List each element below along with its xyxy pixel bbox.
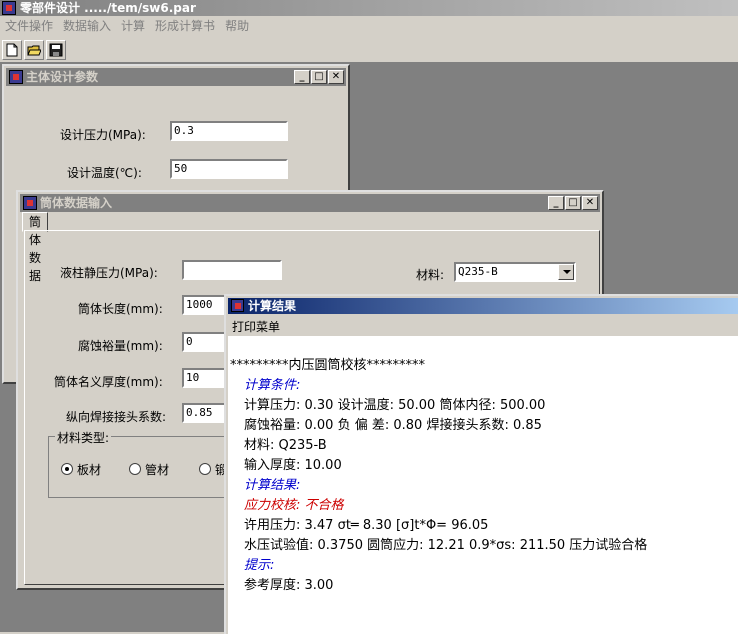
save-file-button[interactable] xyxy=(46,40,66,60)
menu-file[interactable]: 文件操作 xyxy=(0,16,58,36)
material-select[interactable]: Q235-B xyxy=(454,262,576,282)
temperature-input[interactable]: 50 xyxy=(170,159,288,179)
menu-help[interactable]: 帮助 xyxy=(220,16,254,36)
corrosion-label: 腐蚀裕量(mm): xyxy=(78,339,163,353)
result-line-2: 腐蚀裕量: 0.00 负 偏 差: 0.80 焊接接头系数: 0.85 xyxy=(244,418,542,433)
pressure-label: 设计压力(MPa): xyxy=(60,128,146,142)
open-folder-icon xyxy=(27,45,41,56)
result-titlebar[interactable]: 计算结果 xyxy=(228,298,738,314)
chevron-down-icon[interactable] xyxy=(558,264,574,280)
window-icon xyxy=(23,196,37,210)
app-title: 零部件设计 ...../tem/sw6.par xyxy=(20,1,196,15)
material-label: 材料: xyxy=(416,268,445,282)
length-input[interactable]: 1000 xyxy=(182,295,226,315)
close-button[interactable]: ✕ xyxy=(582,196,598,210)
temperature-label: 设计温度(℃): xyxy=(67,166,142,180)
result-line-7: 参考厚度: 3.00 xyxy=(244,578,334,593)
result-line-4: 输入厚度: 10.00 xyxy=(244,458,342,473)
close-button[interactable]: ✕ xyxy=(328,70,344,84)
new-file-icon xyxy=(6,43,18,57)
print-menu[interactable]: 打印菜单 xyxy=(232,318,280,335)
tip-title: 提示: xyxy=(244,558,275,573)
window-icon xyxy=(9,70,23,84)
save-disk-icon xyxy=(49,43,63,57)
cylinder-titlebar[interactable]: 筒体数据输入 _ □ ✕ xyxy=(20,194,600,212)
app-titlebar: 零部件设计 ...../tem/sw6.par xyxy=(0,0,738,16)
radio-forging[interactable] xyxy=(199,463,211,475)
thickness-label: 筒体名义厚度(mm): xyxy=(54,375,163,389)
menu-data-input[interactable]: 数据输入 xyxy=(58,16,116,36)
material-value: Q235-B xyxy=(458,265,498,278)
liquid-pressure-label: 液柱静压力(MPa): xyxy=(60,266,158,280)
radio-pipe-label: 管材 xyxy=(145,463,170,477)
liquid-pressure-input[interactable] xyxy=(182,260,282,280)
minimize-button[interactable]: _ xyxy=(294,70,310,84)
radio-pipe[interactable] xyxy=(129,463,141,475)
material-type-label: 材料类型: xyxy=(55,429,112,446)
results-title: 计算结果: xyxy=(244,478,301,493)
window-icon xyxy=(231,299,244,312)
main-params-title: 主体设计参数 xyxy=(26,70,99,84)
corrosion-input[interactable]: 0 xyxy=(182,332,226,352)
new-file-button[interactable] xyxy=(2,40,22,60)
weld-coefficient-label: 纵向焊接接头系数: xyxy=(66,410,167,424)
cylinder-title: 筒体数据输入 xyxy=(40,196,113,210)
material-type-group: 材料类型: 板材 管材 锻 xyxy=(48,429,248,498)
open-file-button[interactable] xyxy=(24,40,44,60)
weld-coefficient-input[interactable]: 0.85 xyxy=(182,403,226,423)
radio-plate-label: 板材 xyxy=(77,463,102,477)
tab-cylinder-data[interactable]: 筒体数据 xyxy=(22,212,49,283)
radio-plate[interactable] xyxy=(61,463,73,475)
result-title: 计算结果 xyxy=(248,299,297,313)
app-icon xyxy=(2,1,16,15)
stress-check: 应力校核: 不合格 xyxy=(244,498,344,513)
maximize-button[interactable]: □ xyxy=(565,196,581,210)
result-line-1: 计算压力: 0.30 设计温度: 50.00 筒体内径: 500.00 xyxy=(244,398,546,413)
maximize-button[interactable]: □ xyxy=(311,70,327,84)
thickness-input[interactable]: 10 xyxy=(182,368,226,388)
result-text-area: *********内压圆筒校核********* 计算条件: 计算压力: 0.3… xyxy=(228,336,738,634)
result-line-6: 水压试验值: 0.3750 圆筒应力: 12.21 0.9*σs: 211.50… xyxy=(244,538,648,553)
result-line-5: 许用压力: 3.47 σt═ 8.30 [σ]t*Φ= 96.05 xyxy=(244,518,489,533)
result-heading: *********内压圆筒校核********* xyxy=(230,358,426,373)
toolbar xyxy=(0,38,738,62)
menubar: 文件操作 数据输入 计算 形成计算书 帮助 xyxy=(0,16,738,36)
minimize-button[interactable]: _ xyxy=(548,196,564,210)
result-window: 计算结果 打印菜单 *********内压圆筒校核********* 计算条件:… xyxy=(224,294,738,634)
menu-calculate[interactable]: 计算 xyxy=(116,16,150,36)
conditions-title: 计算条件: xyxy=(244,378,301,393)
length-label: 筒体长度(mm): xyxy=(78,302,163,316)
main-params-titlebar[interactable]: 主体设计参数 _ □ ✕ xyxy=(6,68,346,86)
menu-report[interactable]: 形成计算书 xyxy=(150,16,220,36)
pressure-input[interactable]: 0.3 xyxy=(170,121,288,141)
result-line-3: 材料: Q235-B xyxy=(244,438,327,453)
